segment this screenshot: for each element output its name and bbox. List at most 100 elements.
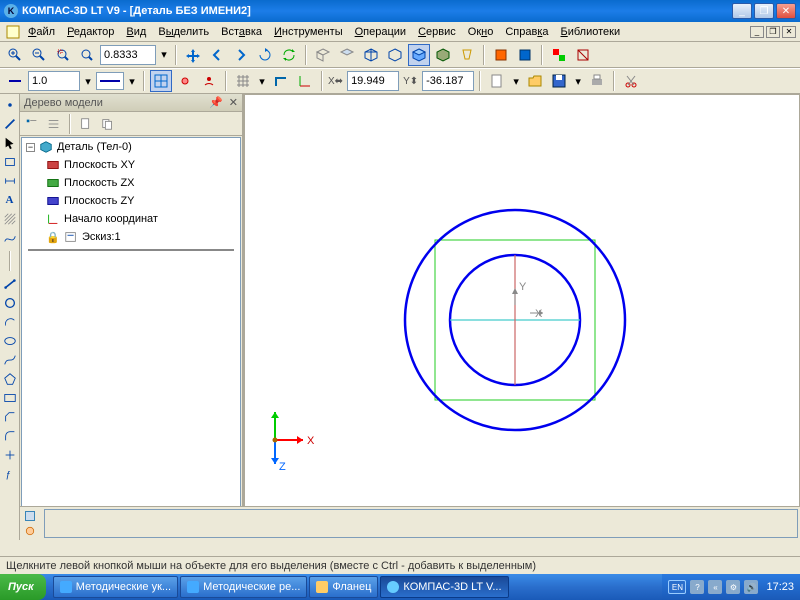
section-icon[interactable]: [572, 44, 594, 66]
zoom-dropdown[interactable]: ▾: [158, 44, 170, 66]
tree-root[interactable]: − Деталь (Тел-0): [22, 138, 240, 156]
taskbar-item-1[interactable]: Методические ук...: [53, 576, 178, 598]
tree-mode2-icon[interactable]: [44, 114, 64, 134]
close-button[interactable]: ✕: [776, 3, 796, 19]
arc-tool-icon[interactable]: [1, 313, 19, 331]
open-icon[interactable]: [524, 70, 546, 92]
spline-tool-icon[interactable]: [1, 229, 19, 247]
hatch-tool-icon[interactable]: [1, 210, 19, 228]
polygon-tool-icon[interactable]: [1, 370, 19, 388]
shaded-icon[interactable]: [408, 44, 430, 66]
tree-node-origin[interactable]: Начало координат: [22, 210, 240, 228]
wireframe-icon[interactable]: [360, 44, 382, 66]
line-tool-icon[interactable]: [1, 115, 19, 133]
start-button[interactable]: Пуск: [0, 574, 46, 600]
app-menu-icon[interactable]: [4, 24, 22, 40]
new-icon[interactable]: [486, 70, 508, 92]
tree-pages-icon[interactable]: [98, 114, 118, 134]
line-preview-dropdown[interactable]: ▾: [126, 70, 138, 92]
coord-y-input[interactable]: [422, 71, 474, 91]
next-view-icon[interactable]: [230, 44, 252, 66]
cut-icon[interactable]: [620, 70, 642, 92]
ortho-icon[interactable]: [270, 70, 292, 92]
color-cube1-icon[interactable]: [490, 44, 512, 66]
line-style-icon[interactable]: [4, 70, 26, 92]
clock[interactable]: 17:23: [766, 581, 794, 593]
taskbar-item-2[interactable]: Методические ре...: [180, 576, 307, 598]
pan-icon[interactable]: [182, 44, 204, 66]
prop-icon1[interactable]: [22, 509, 38, 523]
fillet-tool-icon[interactable]: [1, 427, 19, 445]
new-dropdown[interactable]: ▾: [510, 70, 522, 92]
pin-icon[interactable]: 📌: [209, 96, 223, 109]
tree-close-icon[interactable]: ✕: [229, 96, 238, 109]
tray-icon-3[interactable]: 🔊: [744, 580, 758, 594]
menu-service[interactable]: Сервис: [412, 24, 462, 40]
taskbar-item-4[interactable]: КОМПАС-3D LT V...: [380, 576, 508, 598]
coord-x-input[interactable]: [347, 71, 399, 91]
refresh-icon[interactable]: [278, 44, 300, 66]
taskbar-item-3[interactable]: Фланец: [309, 576, 378, 598]
ellipse-tool-icon[interactable]: [1, 332, 19, 350]
grid-icon[interactable]: [232, 70, 254, 92]
line-width-input[interactable]: [28, 71, 80, 91]
menu-view[interactable]: Вид: [120, 24, 152, 40]
bezier-tool-icon[interactable]: [1, 351, 19, 369]
canvas[interactable]: X Y X Z: [244, 94, 800, 540]
color-cube2-icon[interactable]: [514, 44, 536, 66]
zoom-in-icon[interactable]: [4, 44, 26, 66]
menu-operations[interactable]: Операции: [349, 24, 412, 40]
tree-node-sketch[interactable]: 🔒 Эскиз:1: [22, 228, 240, 246]
grid-dropdown[interactable]: ▾: [256, 70, 268, 92]
expander-icon[interactable]: −: [26, 143, 35, 152]
lang-indicator[interactable]: EN: [668, 580, 686, 594]
save-icon[interactable]: [548, 70, 570, 92]
tray-expand-icon[interactable]: «: [708, 580, 722, 594]
rotate-icon[interactable]: [254, 44, 276, 66]
point-tool-icon[interactable]: [1, 96, 19, 114]
rectangle-tool-icon[interactable]: [1, 389, 19, 407]
prev-view-icon[interactable]: [206, 44, 228, 66]
face-color-icon[interactable]: [548, 44, 570, 66]
tree-body[interactable]: − Деталь (Тел-0) Плоскость XY Плоскость …: [21, 137, 241, 519]
mdi-restore[interactable]: ❐: [766, 26, 780, 38]
tree-node-xy[interactable]: Плоскость XY: [22, 156, 240, 174]
line-preview[interactable]: [96, 72, 124, 90]
line-width-dropdown[interactable]: ▾: [82, 70, 94, 92]
iso1-icon[interactable]: [312, 44, 334, 66]
snap-grid-icon[interactable]: [150, 70, 172, 92]
shaded-edges-icon[interactable]: [432, 44, 454, 66]
tray-icon-2[interactable]: ⚙: [726, 580, 740, 594]
mdi-minimize[interactable]: _: [750, 26, 764, 38]
menu-libraries[interactable]: Библиотеки: [555, 24, 627, 40]
rect-tool-icon[interactable]: [1, 153, 19, 171]
segment-tool-icon[interactable]: [1, 275, 19, 293]
menu-select[interactable]: Выделить: [152, 24, 215, 40]
zoom-input[interactable]: [100, 45, 156, 65]
tree-node-zx[interactable]: Плоскость ZX: [22, 174, 240, 192]
menu-window[interactable]: Окно: [462, 24, 500, 40]
menu-edit[interactable]: Редактор: [61, 24, 120, 40]
select-tool-icon[interactable]: [1, 134, 19, 152]
tree-node-zy[interactable]: Плоскость ZY: [22, 192, 240, 210]
prop-icon2[interactable]: [22, 524, 38, 538]
point2-tool-icon[interactable]: [1, 446, 19, 464]
restore-button[interactable]: ❐: [754, 3, 774, 19]
tray-icon-1[interactable]: ?: [690, 580, 704, 594]
perspective-icon[interactable]: [456, 44, 478, 66]
tree-mode1-icon[interactable]: [22, 114, 42, 134]
local-cs-icon[interactable]: [294, 70, 316, 92]
print-icon[interactable]: [586, 70, 608, 92]
snap-end-icon[interactable]: [174, 70, 196, 92]
snap-mid-icon[interactable]: [198, 70, 220, 92]
save-dropdown[interactable]: ▾: [572, 70, 584, 92]
zoom-window-icon[interactable]: [52, 44, 74, 66]
mdi-close[interactable]: ✕: [782, 26, 796, 38]
iso2-icon[interactable]: [336, 44, 358, 66]
circle-tool-icon[interactable]: [1, 294, 19, 312]
menu-file[interactable]: Файл: [22, 24, 61, 40]
chamfer-tool-icon[interactable]: [1, 408, 19, 426]
tree-props-icon[interactable]: [76, 114, 96, 134]
zoom-fit-icon[interactable]: [76, 44, 98, 66]
zoom-out-icon[interactable]: [28, 44, 50, 66]
